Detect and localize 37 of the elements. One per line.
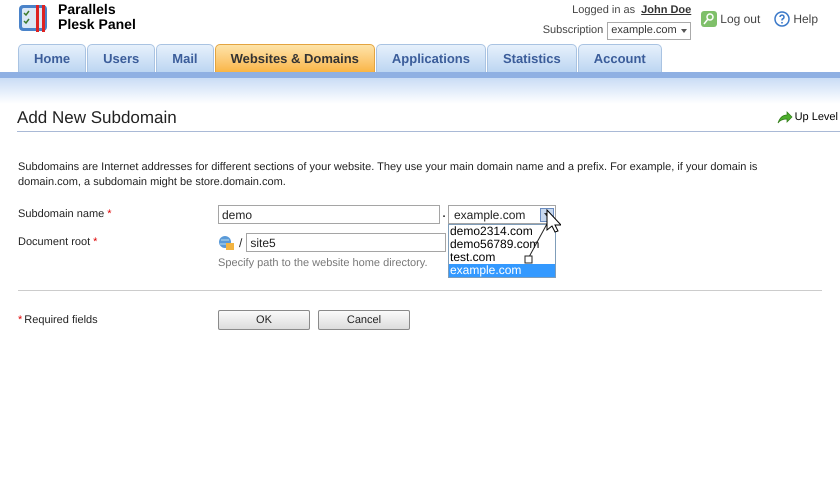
- nav-tab[interactable]: Applications: [376, 44, 486, 72]
- nav-tab[interactable]: Statistics: [486, 44, 577, 72]
- logout-link[interactable]: Log out: [701, 10, 760, 28]
- slash-text: /: [239, 234, 242, 252]
- logo-text: Plesk Panel: [58, 17, 136, 32]
- user-link[interactable]: John Doe: [641, 2, 692, 18]
- page-title: Add New Subdomain: [17, 106, 177, 129]
- nav-tab[interactable]: Users: [87, 44, 156, 72]
- subscription-dropdown[interactable]: example.com: [607, 22, 692, 40]
- nav-tab[interactable]: Websites & Domains: [214, 44, 375, 72]
- globe-folder-icon: [218, 234, 235, 250]
- required-mark: *: [18, 312, 22, 328]
- document-root-field[interactable]: site5: [246, 233, 446, 252]
- help-icon: [774, 11, 790, 27]
- arrow-icon: [776, 110, 793, 124]
- nav-tab[interactable]: Mail: [156, 44, 214, 72]
- required-note: Required fields: [24, 312, 98, 328]
- logo-text: Parallels: [58, 2, 117, 17]
- nav-tab[interactable]: Account: [578, 44, 662, 72]
- description-text: Subdomains are Internet addresses for different sections of your website. They use your main domain name and a prefix. For example, if your domain is domain.com, a subdomain might be store.domain.com.: [18, 160, 758, 190]
- required-mark: *: [107, 207, 112, 222]
- dropdown-option[interactable]: test.com: [449, 251, 555, 264]
- nav-tab[interactable]: Home: [18, 44, 86, 72]
- field-label: Subdomain name: [18, 207, 104, 222]
- logo-icon: [18, 3, 50, 33]
- subscription-label: Subscription: [542, 23, 604, 38]
- subdomain-field[interactable]: demo: [218, 205, 440, 224]
- up-level-link[interactable]: Up Level: [776, 109, 838, 126]
- hint-text: Specify path to the website home directory.: [218, 257, 428, 269]
- caret-icon: [681, 28, 688, 32]
- ok-button[interactable]: OK: [218, 310, 310, 330]
- help-link[interactable]: Help: [774, 10, 818, 28]
- cancel-button[interactable]: Cancel: [318, 310, 410, 330]
- logged-in-label: Logged in as: [572, 3, 636, 18]
- field-label: Document root: [18, 235, 90, 250]
- separator-text: .: [441, 207, 447, 222]
- required-mark: *: [93, 235, 98, 250]
